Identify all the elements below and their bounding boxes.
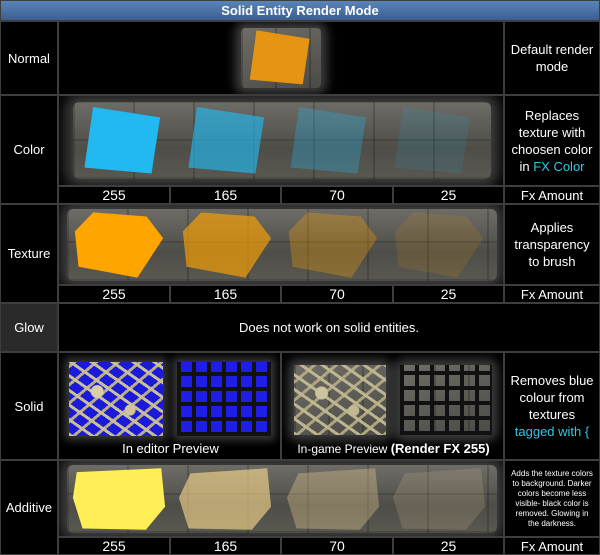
texture-amount-165: 165 [170,285,281,303]
solid-desc-text: Removes blue colour from textures [510,373,594,422]
solid-editor-preview: In editor Preview [58,352,281,460]
additive-amount-165: 165 [170,537,281,555]
color-description: Replaces texture with choosen color in F… [504,95,600,186]
ingame-net-texture [294,365,386,435]
color-amount-255: 255 [58,186,170,204]
editor-blue-grate-texture [177,362,271,436]
color-amount-70: 70 [281,186,393,204]
ingame-preview-caption: In-game Preview (Render FX 255) [282,441,503,456]
net-pattern [294,365,386,435]
normal-preview [58,21,504,95]
texture-amount-255: 255 [58,285,170,303]
color-amount-25: 25 [393,186,504,204]
row-label-additive: Additive [0,460,58,555]
solid-desc-tag: tagged with { [514,424,590,439]
additive-amount-255: 255 [58,537,170,555]
solid-ingame-preview: In-game Preview (Render FX 255) [281,352,504,460]
row-label-normal: Normal [0,21,58,95]
row-label-color: Color [0,95,58,204]
additive-brush-25 [392,468,486,530]
additive-preview [58,460,504,537]
texture-amount-70: 70 [281,285,393,303]
texture-description: Applies transparency to brush [504,204,600,285]
texture-amount-25: 25 [393,285,504,303]
normal-description: Default render mode [504,21,600,95]
additive-brush-165 [178,468,272,530]
row-label-glow: Glow [0,303,58,352]
additive-amount-25: 25 [393,537,504,555]
color-preview [58,95,504,186]
color-amount-label: Fx Amount [504,186,600,204]
ingame-caption-text: In-game Preview [297,442,388,456]
solid-description: Removes blue colour from textures tagged… [504,352,600,460]
grate-pattern [177,362,271,436]
fx-color-link[interactable]: FX Color [533,159,584,174]
glow-note: Does not work on solid entities. [58,303,600,352]
net-pattern [69,362,163,436]
texture-amount-label: Fx Amount [504,285,600,303]
render-mode-table: Solid Entity Render Mode Normal Default … [0,0,600,555]
additive-amount-label: Fx Amount [504,537,600,555]
additive-amount-70: 70 [281,537,393,555]
additive-brush-70 [286,468,380,530]
editor-blue-net-texture [69,362,163,436]
additive-description: Adds the texture colors to background. D… [504,460,600,537]
color-amount-165: 165 [170,186,281,204]
ingame-grate-texture [400,365,492,435]
grate-pattern [400,365,492,435]
ingame-caption-bold: (Render FX 255) [390,441,490,456]
editor-preview-caption: In editor Preview [122,441,219,456]
row-label-texture: Texture [0,204,58,303]
additive-brush-255 [72,468,166,530]
table-title: Solid Entity Render Mode [0,0,600,21]
texture-preview [58,204,504,285]
row-label-solid: Solid [0,352,58,460]
